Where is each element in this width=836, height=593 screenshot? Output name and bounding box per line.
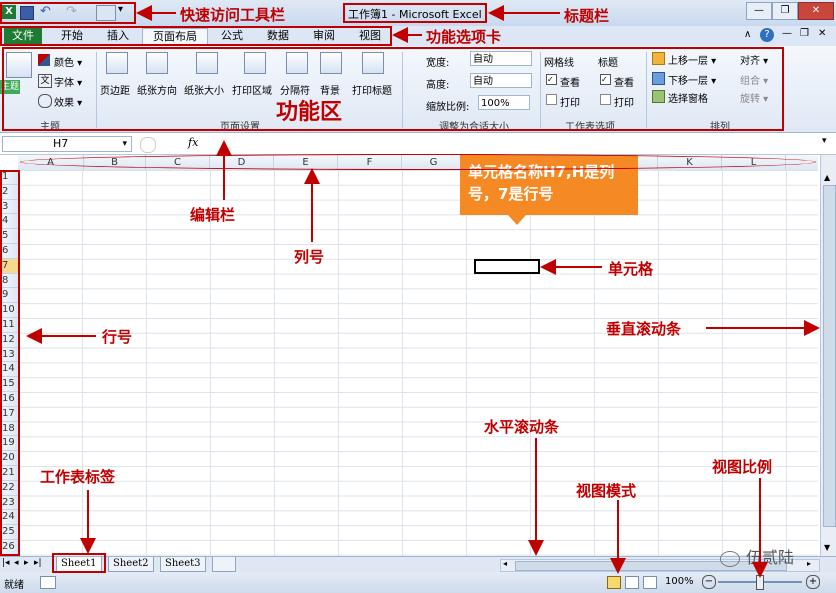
formula-expand-icon[interactable]: ▾ xyxy=(822,136,827,146)
title-highlight-box xyxy=(343,3,487,23)
page-break-view-icon[interactable] xyxy=(643,576,657,589)
qat-highlight-box xyxy=(0,2,136,24)
row-annotation: 行号 xyxy=(102,328,133,346)
insert-function-icon[interactable]: fx xyxy=(188,136,198,149)
help-icon[interactable]: ? xyxy=(760,28,774,42)
qat-annotation: 快速访问工具栏 xyxy=(180,6,286,24)
viewmode-annotation: 视图模式 xyxy=(576,482,637,500)
zoom-annotation: 视图比例 xyxy=(712,458,773,476)
formula-bar: H7 ▾ fx ▾ xyxy=(0,134,836,155)
workbook-close-icon[interactable]: ✕ xyxy=(818,28,826,39)
cancel-icon[interactable] xyxy=(140,137,156,153)
watermark-text: 伍贰陆 xyxy=(746,548,795,567)
watermark: 伍贰陆 xyxy=(720,544,794,568)
hscroll-annotation: 水平滚动条 xyxy=(484,418,560,436)
tabs-highlight-box xyxy=(0,26,392,46)
zoom-slider-thumb[interactable] xyxy=(756,575,764,590)
normal-view-icon[interactable] xyxy=(607,576,621,589)
insert-sheet-icon[interactable] xyxy=(212,557,236,572)
first-sheet-icon[interactable]: |◂ xyxy=(2,558,10,568)
sheettab-annotation: 工作表标签 xyxy=(40,468,116,486)
sheet-tabs-bar: |◂ ◂ ▸ ▸| Sheet1 Sheet2 Sheet3 ◂ ▸ xyxy=(0,556,836,573)
titlebar-annotation: 标题栏 xyxy=(564,7,610,25)
scroll-down-icon[interactable]: ▼ xyxy=(824,543,830,552)
vertical-scrollbar[interactable]: ▲ ▼ xyxy=(820,155,836,556)
selected-cell-h7[interactable] xyxy=(474,259,540,274)
zoom-out-icon[interactable]: − xyxy=(702,575,716,589)
hscroll-right-icon[interactable]: ▸ xyxy=(807,559,811,568)
prev-sheet-icon[interactable]: ◂ xyxy=(14,558,19,568)
macro-record-icon[interactable] xyxy=(40,576,56,589)
formula-annotation: 编辑栏 xyxy=(190,206,236,224)
name-box-value: H7 xyxy=(53,137,69,150)
column-annotation: 列号 xyxy=(294,248,325,266)
last-sheet-icon[interactable]: ▸| xyxy=(34,558,42,568)
callout-tail xyxy=(508,215,526,225)
zoom-in-icon[interactable]: + xyxy=(806,575,820,589)
scroll-thumb[interactable] xyxy=(823,185,836,527)
vscroll-annotation: 垂直滚动条 xyxy=(606,320,682,338)
ribbon-annotation: 功能区 xyxy=(276,100,343,125)
status-ready: 就绪 xyxy=(4,580,24,591)
name-box[interactable]: H7 ▾ xyxy=(2,136,132,152)
tabs-annotation: 功能选项卡 xyxy=(426,28,502,46)
cell-grid[interactable] xyxy=(18,170,818,556)
scroll-up-icon[interactable]: ▲ xyxy=(824,173,830,182)
page-layout-view-icon[interactable] xyxy=(625,576,639,589)
ribbon-collapse-icon[interactable]: ∧ xyxy=(744,29,751,40)
wechat-icon xyxy=(720,550,740,567)
close-button[interactable]: ✕ xyxy=(798,2,834,20)
cell-annotation: 单元格 xyxy=(608,260,654,278)
status-bar: 就绪 100% − + xyxy=(0,572,836,593)
minimize-button[interactable]: — xyxy=(746,2,772,20)
zoom-level[interactable]: 100% xyxy=(665,576,694,587)
restore-button[interactable]: ❐ xyxy=(772,2,798,20)
workbook-minimize-icon[interactable]: — xyxy=(782,28,792,39)
sheet-tab-3[interactable]: Sheet3 xyxy=(160,557,206,572)
workbook-restore-icon[interactable]: ❐ xyxy=(800,28,809,39)
colhdr-highlight-ellipse xyxy=(20,154,816,170)
ribbon-highlight-box xyxy=(2,47,784,131)
sheettab-highlight-box xyxy=(52,553,106,573)
next-sheet-icon[interactable]: ▸ xyxy=(24,558,29,568)
name-box-dropdown-icon[interactable]: ▾ xyxy=(122,137,127,151)
formula-input[interactable] xyxy=(205,136,815,152)
sheet-tab-2[interactable]: Sheet2 xyxy=(108,557,154,572)
rowhdr-highlight-box xyxy=(0,170,20,556)
hscroll-left-icon[interactable]: ◂ xyxy=(503,559,507,568)
